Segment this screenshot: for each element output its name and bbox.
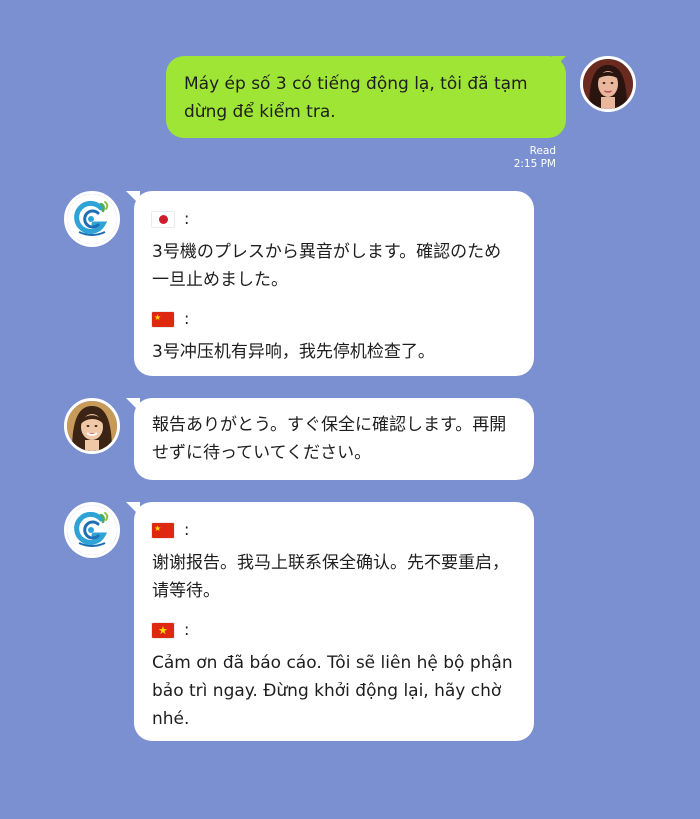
translation-header-vn: : (152, 617, 516, 643)
translation-colon: : (184, 620, 190, 639)
user-message-bubble[interactable]: Máy ép số 3 có tiếng động lạ, tôi đã tạm… (166, 56, 566, 138)
translator-logo-icon (67, 505, 117, 555)
bot-avatar[interactable] (64, 502, 120, 558)
translation-text-cn: 谢谢报告。我马上联系保全确认。先不要重启，请等待。 (152, 553, 509, 601)
translation-text-vn: Cảm ơn đã báo cáo. Tôi sẽ liên hệ bộ phậ… (152, 653, 513, 729)
read-status: Read (529, 145, 556, 157)
operator-message-text: 報告ありがとう。すぐ保全に確認します。再開せずに待っていてください。 (152, 415, 507, 463)
translation-header-cn: : (152, 306, 516, 332)
user-avatar-image (583, 59, 633, 109)
translation-colon: : (184, 209, 190, 228)
bot-avatar[interactable] (64, 191, 120, 247)
operator-avatar-image (67, 401, 117, 451)
user-avatar[interactable] (580, 56, 636, 112)
operator-avatar[interactable] (64, 398, 120, 454)
vn-flag-icon (152, 622, 174, 638)
translation-colon: : (184, 520, 190, 539)
translation-text-jp: 3号機のプレスから異音がします。確認のため一旦止めました。 (152, 242, 502, 290)
cn-flag-icon (152, 311, 174, 327)
operator-message-bubble[interactable]: 報告ありがとう。すぐ保全に確認します。再開せずに待っていてください。 (134, 398, 534, 480)
translator-logo-icon (67, 194, 117, 244)
message-time: 2:15 PM (513, 158, 556, 170)
translation-header-cn: : (152, 517, 516, 543)
translation-header-jp: : (152, 206, 516, 232)
bot-translation-bubble[interactable]: : 谢谢报告。我马上联系保全确认。先不要重启，请等待。 : Cảm ơn đã … (134, 502, 534, 741)
translation-colon: : (184, 309, 190, 328)
message-meta: Read 2:15 PM (496, 145, 556, 171)
user-message-text: Máy ép số 3 có tiếng động lạ, tôi đã tạm… (184, 74, 528, 122)
translation-text-cn: 3号冲压机有异响，我先停机检查了。 (152, 342, 435, 362)
bot-translation-bubble[interactable]: : 3号機のプレスから異音がします。確認のため一旦止めました。 : 3号冲压机有… (134, 191, 534, 376)
cn-flag-icon (152, 522, 174, 538)
jp-flag-icon (152, 211, 174, 227)
